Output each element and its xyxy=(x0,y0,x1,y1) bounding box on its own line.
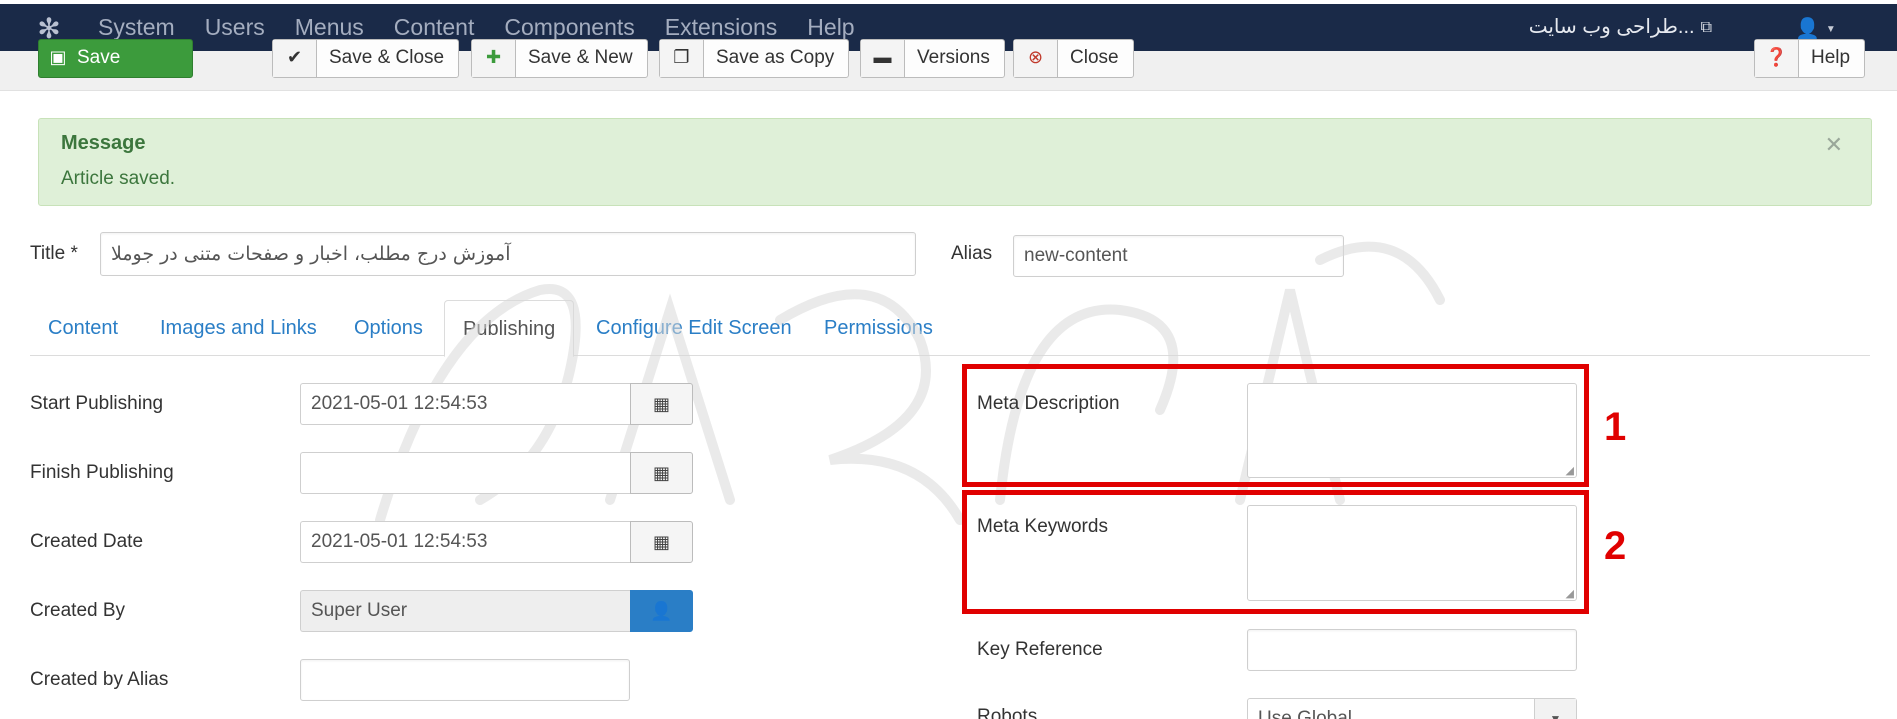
save-button[interactable]: ▣ Save xyxy=(38,39,194,78)
created-by-alias-label: Created by Alias xyxy=(30,669,169,690)
help-button[interactable]: ❓ Help xyxy=(1754,39,1866,78)
alias-input[interactable]: new-content xyxy=(1013,235,1344,277)
menu-users[interactable]: Users xyxy=(205,4,265,51)
edit-tabs: Content Images and Links Options Publish… xyxy=(30,300,1870,357)
question-icon: ❓ xyxy=(1755,40,1799,77)
tab-images-links[interactable]: Images and Links xyxy=(142,300,335,357)
tab-publishing[interactable]: Publishing xyxy=(444,300,575,357)
created-date-label: Created Date xyxy=(30,531,144,552)
message-text: Article saved. xyxy=(61,168,176,189)
cancel-icon: ⊗ xyxy=(1014,40,1058,77)
finish-publishing-field: ▦ xyxy=(300,452,693,494)
created-by-alias-input[interactable] xyxy=(300,659,630,701)
annotation-number-1: 1 xyxy=(1604,405,1627,449)
message-heading: Message xyxy=(61,132,146,154)
finish-publishing-input[interactable] xyxy=(300,452,630,494)
versions-button[interactable]: ▬ Versions xyxy=(860,39,1005,78)
meta-description-label: Meta Description xyxy=(977,393,1120,414)
alias-label: Alias xyxy=(951,243,993,264)
key-reference-input[interactable] xyxy=(1247,629,1577,671)
calendar-icon[interactable]: ▦ xyxy=(630,521,693,563)
calendar-icon[interactable]: ▦ xyxy=(630,452,693,494)
key-reference-label: Key Reference xyxy=(977,639,1103,660)
chevron-down-icon: ▼ xyxy=(1534,699,1576,719)
plus-icon: ✚ xyxy=(472,40,516,77)
annotation-number-2: 2 xyxy=(1604,524,1627,568)
created-by-field: Super User 👤 xyxy=(300,590,693,632)
save-copy-button[interactable]: ❐ Save as Copy xyxy=(659,39,850,78)
created-by-input: Super User xyxy=(300,590,630,632)
robots-label: Robots xyxy=(977,706,1038,719)
start-publishing-label: Start Publishing xyxy=(30,393,164,414)
meta-keywords-label: Meta Keywords xyxy=(977,516,1108,537)
resize-handle-icon[interactable]: ◢ xyxy=(1566,589,1574,600)
save-new-button[interactable]: ✚ Save & New xyxy=(471,39,648,78)
start-publishing-field: 2021-05-01 12:54:53 ▦ xyxy=(300,383,693,425)
external-link-icon: ⧉ xyxy=(1700,19,1712,36)
user-icon: 👤 xyxy=(1795,18,1820,40)
calendar-icon[interactable]: ▦ xyxy=(630,383,693,425)
start-publishing-input[interactable]: 2021-05-01 12:54:53 xyxy=(300,383,630,425)
title-input[interactable]: آموزش درج مطلب، اخبار و صفحات متنی در جو… xyxy=(100,232,916,276)
meta-description-textarea[interactable]: ◢ xyxy=(1247,383,1577,478)
save-close-button[interactable]: ✔ Save & Close xyxy=(272,39,460,78)
site-link-label: ...طراحی وب سایت xyxy=(1528,16,1695,38)
tab-options[interactable]: Options xyxy=(336,300,441,357)
title-label: Title * xyxy=(30,243,78,264)
archive-icon: ▬ xyxy=(861,40,905,77)
success-message: Message Article saved. ✕ xyxy=(38,118,1872,206)
resize-handle-icon[interactable]: ◢ xyxy=(1566,466,1574,477)
close-icon[interactable]: ✕ xyxy=(1825,132,1843,158)
robots-selected-value: Use Global xyxy=(1258,708,1352,719)
view-site-link[interactable]: ...طراحی وب سایت ⧉ xyxy=(1529,4,1712,51)
check-icon: ✔ xyxy=(273,40,317,77)
tab-permissions[interactable]: Permissions xyxy=(806,300,951,357)
created-by-label: Created By xyxy=(30,600,126,621)
save-icon: ▣ xyxy=(49,47,67,67)
select-user-icon[interactable]: 👤 xyxy=(630,590,693,632)
chevron-down-icon: ▼ xyxy=(1825,23,1836,35)
tab-content[interactable]: Content xyxy=(30,300,136,357)
tab-configure-edit-screen[interactable]: Configure Edit Screen xyxy=(578,300,810,357)
meta-keywords-textarea[interactable]: ◢ xyxy=(1247,505,1577,601)
close-button[interactable]: ⊗ Close xyxy=(1013,39,1134,78)
robots-select[interactable]: Use Global ▼ xyxy=(1247,698,1577,719)
created-date-field: 2021-05-01 12:54:53 ▦ xyxy=(300,521,693,563)
created-date-input[interactable]: 2021-05-01 12:54:53 xyxy=(300,521,630,563)
copy-icon: ❐ xyxy=(660,40,704,77)
toolbar: ▣ Save ✔ Save & Close ✚ Save & New ❐ Sav… xyxy=(0,39,1897,91)
finish-publishing-label: Finish Publishing xyxy=(30,462,174,483)
